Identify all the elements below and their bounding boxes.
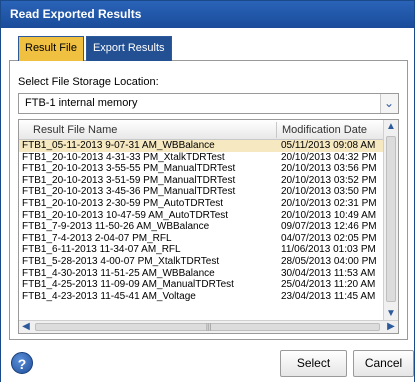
scroll-grip-icon: ||| (206, 324, 212, 331)
modification-date: 28/05/2013 04:00 PM (281, 255, 377, 267)
table-row[interactable]: FTB1_6-11-2013 11-34-07 AM_RFL 11/06/2013… (19, 244, 384, 256)
list-rows: FTB1_05-11-2013 9-07-31 AM_WBBalance 05/1… (19, 140, 384, 302)
table-row[interactable]: FTB1_20-10-2013 3-55-55 PM_ManualTDRTest… (19, 163, 384, 175)
modification-date: 04/07/2013 02:05 PM (281, 232, 377, 244)
table-row[interactable]: FTB1_5-28-2013 4-00-07 PM_XtalkTDRTest 28… (19, 256, 384, 268)
arrow-right-icon[interactable]: ▶ (384, 321, 398, 333)
result-file-name: FTB1_6-11-2013 11-34-07 AM_RFL (22, 244, 181, 256)
modification-date: 30/04/2013 11:53 AM (281, 267, 376, 279)
table-row[interactable]: FTB1_4-30-2013 11-51-25 AM_WBBalance 30/0… (19, 268, 384, 280)
tab-bar: Result File Export Results (18, 36, 174, 61)
column-divider[interactable] (276, 122, 277, 138)
table-row[interactable]: FTB1_20-10-2013 3-45-36 PM_ManualTDRTest… (19, 186, 384, 198)
horizontal-scroll-thumb[interactable]: ||| (35, 323, 380, 331)
modification-date: 23/04/2013 11:45 AM (281, 290, 376, 302)
column-header-name[interactable]: Result File Name (33, 124, 117, 136)
cancel-button[interactable]: Cancel (353, 350, 414, 377)
storage-dropdown-button[interactable]: ⌄ (380, 94, 398, 113)
table-row[interactable]: FTB1_20-10-2013 3-51-59 PM_ManualTDRTest… (19, 175, 384, 187)
select-button[interactable]: Select (280, 350, 347, 377)
modification-date: 05/11/2013 09:08 AM (281, 140, 376, 151)
chevron-down-icon: ⌄ (384, 96, 395, 110)
dialog-footer: ? Select Cancel (1, 344, 414, 382)
dialog-title: Read Exported Results (1, 1, 414, 28)
result-file-name: FTB1_20-10-2013 10-47-59 AM_AutoTDRTest (22, 209, 229, 221)
modification-date: 20/10/2013 04:32 PM (281, 151, 377, 163)
column-header-date[interactable]: Modification Date (282, 124, 367, 136)
table-row[interactable]: FTB1_20-10-2013 2-30-59 PM_AutoTDRTest 20… (19, 198, 384, 210)
result-file-name: FTB1_05-11-2013 9-07-31 AM_WBBalance (22, 140, 215, 151)
table-row[interactable]: FTB1_4-23-2013 11-45-41 AM_Voltage 23/04/… (19, 291, 384, 303)
help-icon[interactable]: ? (11, 352, 33, 374)
modification-date: 20/10/2013 02:31 PM (281, 197, 377, 209)
storage-location-value: FTB-1 internal memory (25, 97, 138, 109)
result-file-name: FTB1_20-10-2013 2-30-59 PM_AutoTDRTest (22, 197, 224, 209)
result-file-name: FTB1_7-4-2013 2-04-07 PM_RFL (22, 232, 172, 244)
modification-date: 11/06/2013 01:03 PM (281, 244, 376, 256)
storage-location-select[interactable]: FTB-1 internal memory ⌄ (18, 93, 399, 114)
storage-location-label: Select File Storage Location: (18, 76, 159, 88)
result-file-name: FTB1_4-23-2013 11-45-41 AM_Voltage (22, 290, 196, 302)
read-exported-results-dialog: Read Exported Results Result File Export… (0, 0, 415, 382)
result-file-name: FTB1_5-28-2013 4-00-07 PM_XtalkTDRTest (22, 255, 220, 267)
modification-date: 20/10/2013 03:52 PM (281, 174, 377, 186)
table-row[interactable]: FTB1_7-4-2013 2-04-07 PM_RFL 04/07/2013 0… (19, 233, 384, 245)
result-file-list[interactable]: Result File Name Modification Date FTB1_… (18, 119, 399, 334)
result-file-name: FTB1_20-10-2013 3-45-36 PM_ManualTDRTest (22, 186, 236, 198)
table-row[interactable]: FTB1_7-9-2013 11-50-26 AM_WBBalance 09/07… (19, 221, 384, 233)
modification-date: 09/07/2013 12:46 PM (281, 221, 377, 233)
tab-export-results[interactable]: Export Results (85, 36, 172, 61)
result-file-name: FTB1_7-9-2013 11-50-26 AM_WBBalance (22, 221, 210, 233)
vertical-scrollbar[interactable]: ▲ ▼ (383, 120, 398, 321)
modification-date: 20/10/2013 03:50 PM (281, 186, 377, 198)
list-header: Result File Name Modification Date (19, 120, 384, 140)
modification-date: 20/10/2013 03:56 PM (281, 163, 377, 175)
vertical-scroll-thumb[interactable] (386, 136, 396, 302)
table-row[interactable]: FTB1_4-25-2013 11-09-09 AM_ManualTDRTest… (19, 279, 384, 291)
result-file-name: FTB1_20-10-2013 3-55-55 PM_ManualTDRTest (22, 163, 236, 175)
result-file-name: FTB1_20-10-2013 3-51-59 PM_ManualTDRTest (22, 174, 236, 186)
horizontal-scrollbar[interactable]: ◀ ||| ▶ (19, 320, 398, 333)
table-row[interactable]: FTB1_05-11-2013 9-07-31 AM_WBBalance 05/1… (19, 140, 384, 152)
arrow-up-icon[interactable]: ▲ (384, 120, 398, 134)
result-file-name: FTB1_4-30-2013 11-51-25 AM_WBBalance (22, 267, 215, 279)
tab-result-file[interactable]: Result File (18, 36, 84, 61)
result-file-name: FTB1_4-25-2013 11-09-09 AM_ManualTDRTest (22, 279, 234, 291)
arrow-left-icon[interactable]: ◀ (19, 321, 33, 333)
result-file-name: FTB1_20-10-2013 4-31-33 PM_XtalkTDRTest (22, 151, 225, 163)
modification-date: 20/10/2013 10:49 AM (281, 209, 377, 221)
table-row[interactable]: FTB1_20-10-2013 4-31-33 PM_XtalkTDRTest 2… (19, 152, 384, 164)
arrow-down-icon[interactable]: ▼ (384, 307, 398, 321)
table-row[interactable]: FTB1_20-10-2013 10-47-59 AM_AutoTDRTest 2… (19, 210, 384, 222)
modification-date: 25/04/2013 11:20 AM (281, 279, 376, 291)
